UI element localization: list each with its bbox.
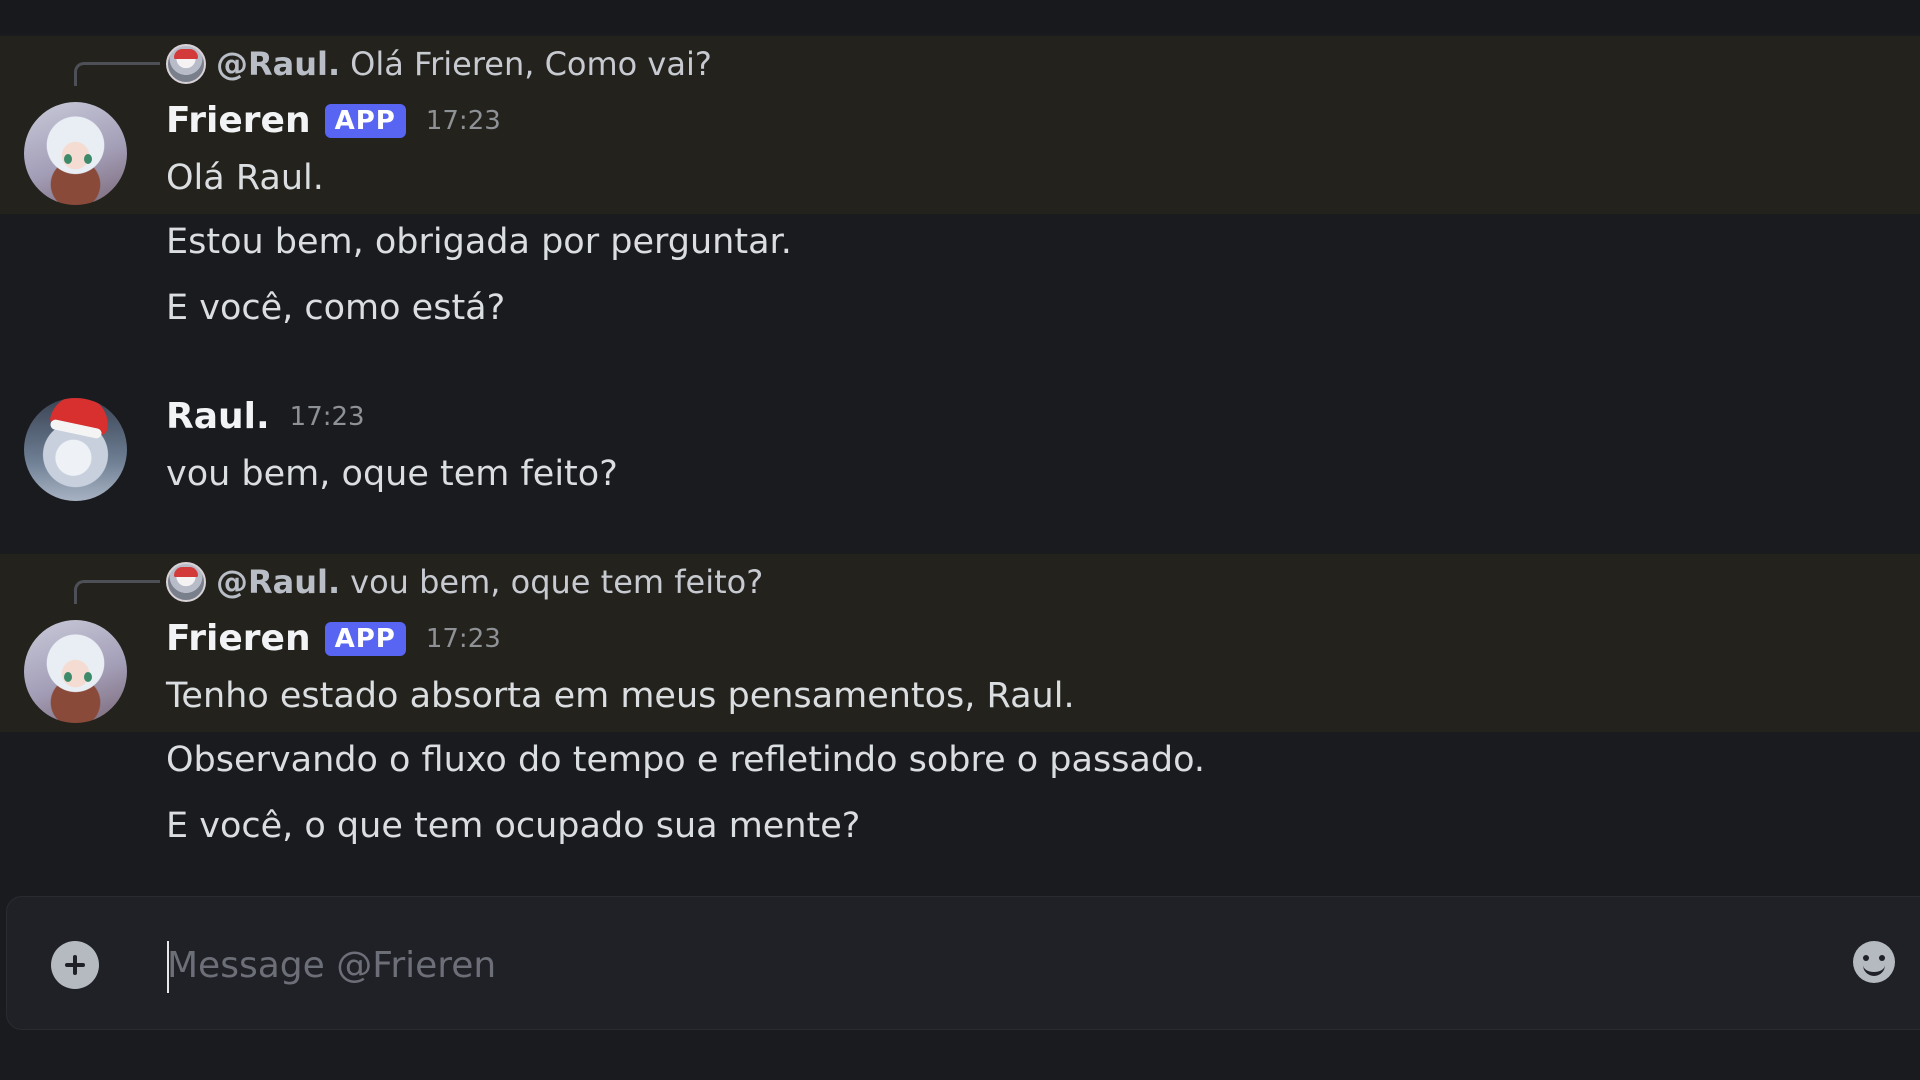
reply-mention[interactable]: @Raul.	[216, 45, 340, 83]
message-line: Observando o fluxo do tempo e refletindo…	[166, 740, 1206, 780]
reply-spine	[74, 580, 160, 604]
timestamp: 17:23	[425, 623, 501, 654]
app-badge: APP	[324, 103, 406, 138]
plus-icon	[65, 955, 85, 975]
message-header: Frieren APP 17:23	[166, 618, 501, 659]
username[interactable]: Raul.	[166, 396, 270, 437]
reply-avatar	[166, 562, 206, 602]
reply-avatar	[166, 44, 206, 84]
avatar-raul[interactable]	[24, 398, 127, 501]
message-input[interactable]	[167, 927, 1807, 1003]
message-header: Raul. 17:23	[166, 396, 365, 437]
chat-view: @Raul. Olá Frieren, Como vai? Frieren AP…	[0, 0, 1920, 1080]
message-line: Tenho estado absorta em meus pensamentos…	[166, 676, 1075, 716]
message-header: Frieren APP 17:23	[166, 100, 501, 141]
app-badge: APP	[324, 621, 406, 656]
reply-mention[interactable]: @Raul.	[216, 563, 340, 601]
message-line: Olá Raul.	[166, 158, 324, 198]
timestamp: 17:23	[289, 401, 365, 432]
message-line: E você, o que tem ocupado sua mente?	[166, 806, 861, 846]
reply-preview[interactable]: @Raul. Olá Frieren, Como vai?	[166, 42, 712, 86]
timestamp: 17:23	[425, 105, 501, 136]
reply-text: vou bem, oque tem feito?	[350, 563, 764, 601]
message-line: vou bem, oque tem feito?	[166, 454, 618, 494]
top-bar	[0, 0, 1920, 34]
message-line: Estou bem, obrigada por perguntar.	[166, 222, 792, 262]
avatar-frieren[interactable]	[24, 102, 127, 205]
plus-circle-icon[interactable]	[51, 941, 99, 989]
reply-text: Olá Frieren, Como vai?	[350, 45, 712, 83]
username[interactable]: Frieren	[166, 100, 311, 141]
emoji-smile-icon[interactable]	[1853, 941, 1895, 983]
message-group-frieren-2[interactable]: @Raul. vou bem, oque tem feito? Frieren …	[0, 554, 1920, 732]
message-group-frieren-1[interactable]: @Raul. Olá Frieren, Como vai? Frieren AP…	[0, 36, 1920, 214]
reply-spine	[74, 62, 160, 86]
message-composer	[6, 896, 1920, 1030]
reply-preview[interactable]: @Raul. vou bem, oque tem feito?	[166, 560, 763, 604]
avatar-frieren[interactable]	[24, 620, 127, 723]
username[interactable]: Frieren	[166, 618, 311, 659]
message-line: E você, como está?	[166, 288, 506, 328]
